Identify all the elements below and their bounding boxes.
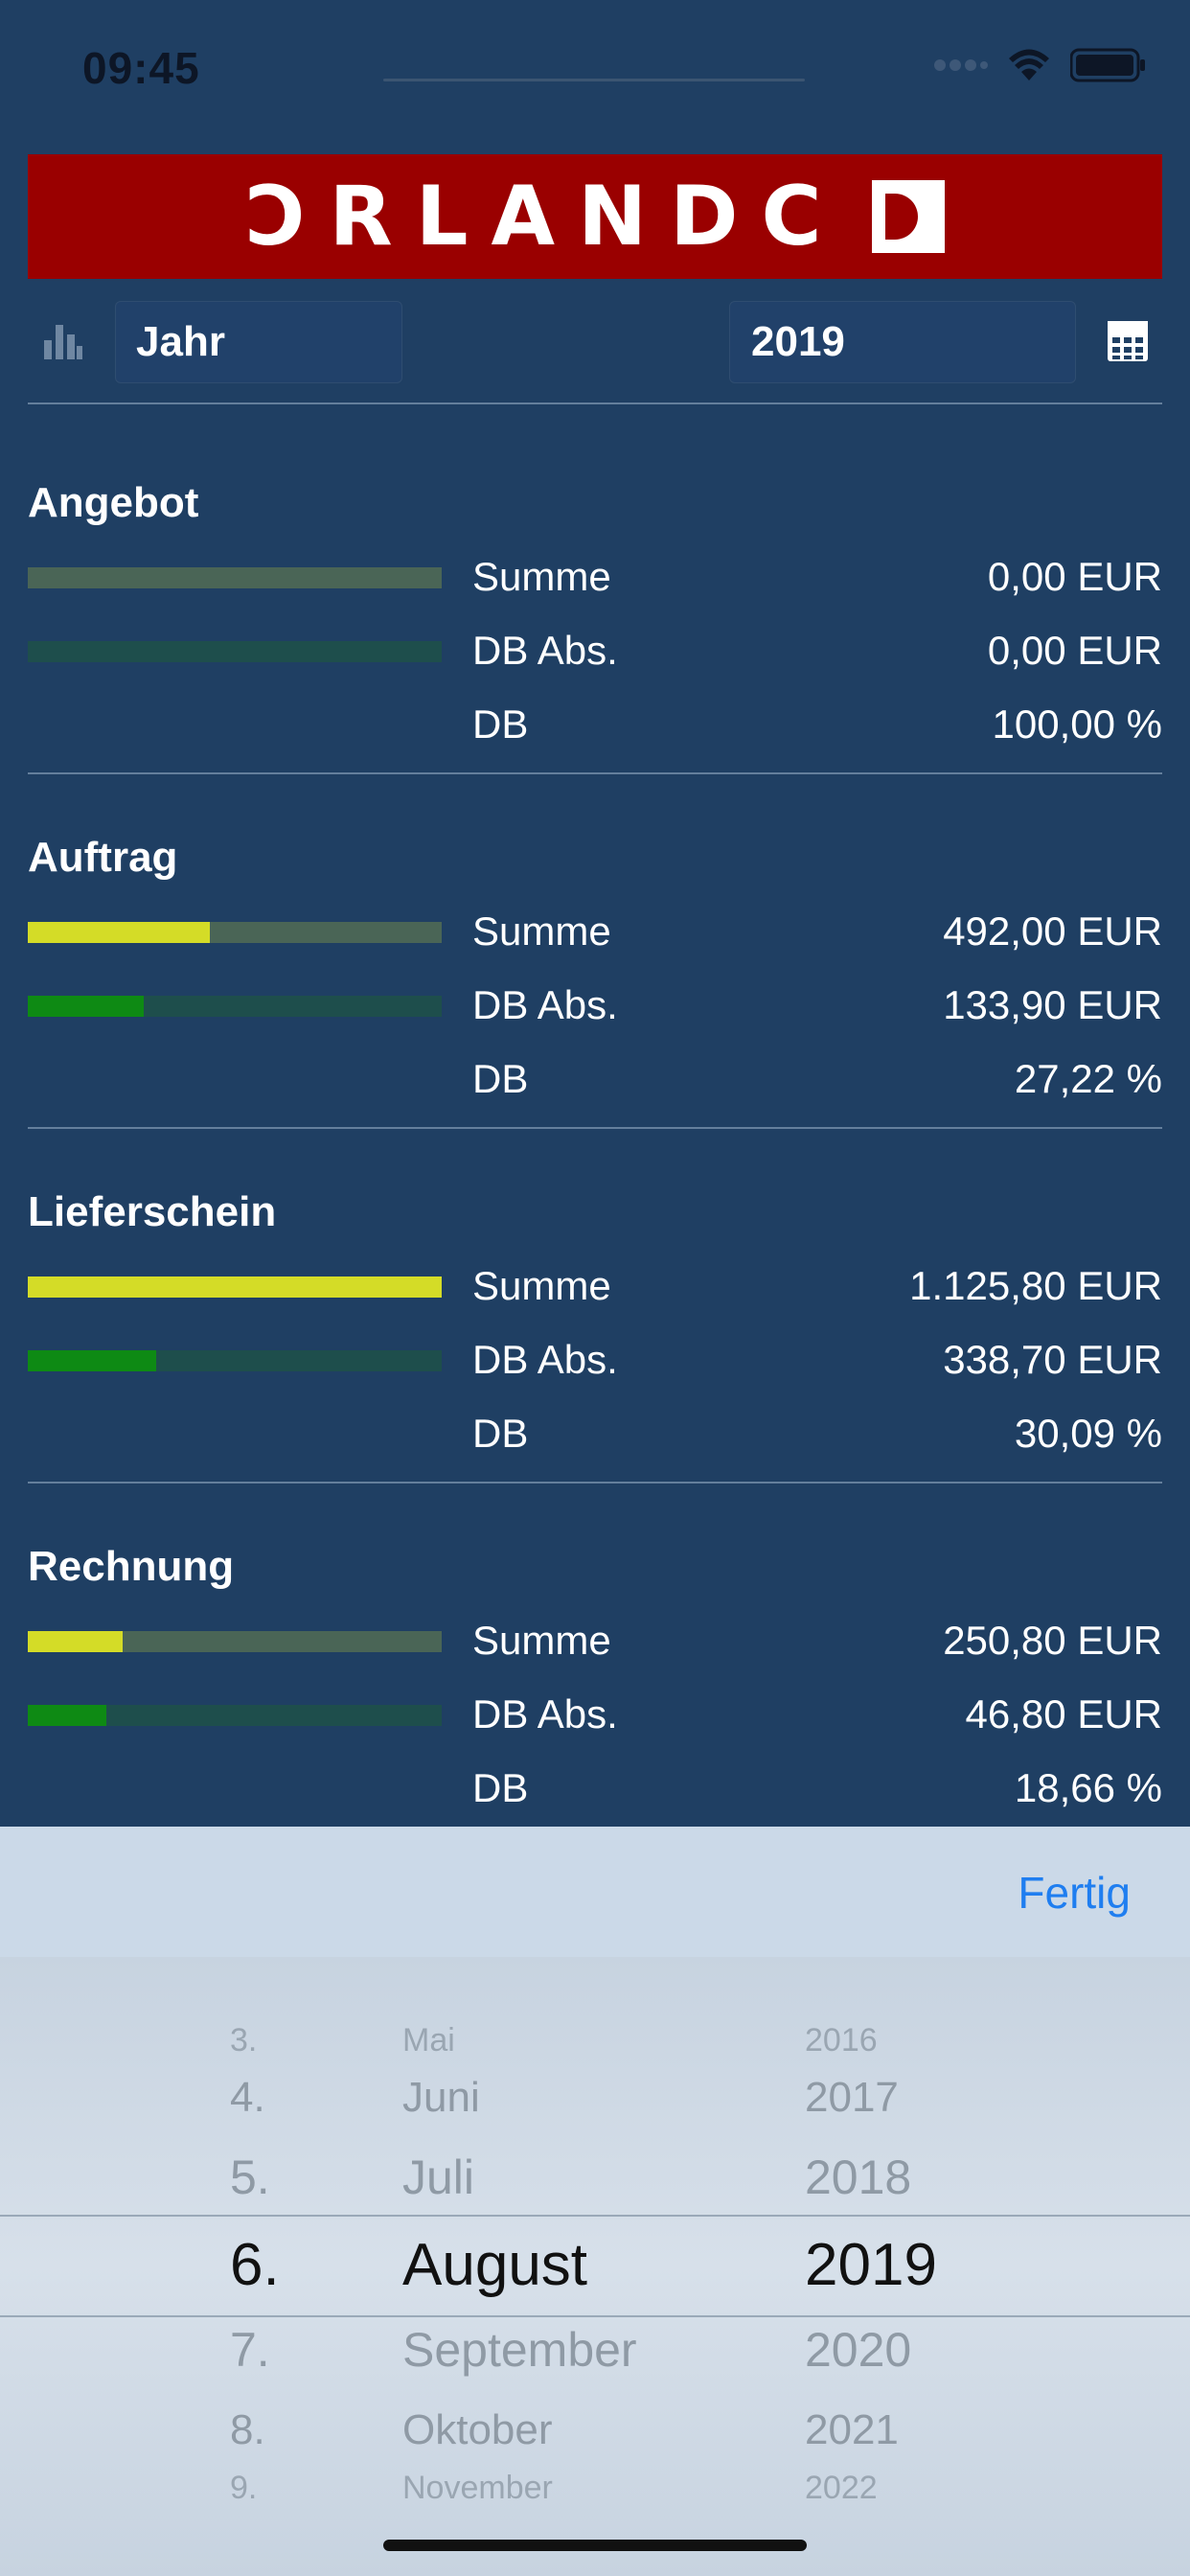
metric-value: 492,00 EUR <box>943 908 1162 954</box>
logo-emblem <box>871 180 945 253</box>
summe-bar-fill <box>28 922 210 943</box>
metric-label: Summe <box>472 1263 611 1308</box>
section-title: Lieferschein <box>28 1188 277 1235</box>
metric-label: DB Abs. <box>472 982 618 1027</box>
notch-indicator <box>383 79 805 81</box>
picker-day-item[interactable]: 7. <box>230 2322 270 2378</box>
db-bar-fill <box>28 1350 156 1371</box>
section-divider <box>28 772 1162 774</box>
metric-label: Summe <box>472 554 611 599</box>
metric-value: 0,00 EUR <box>987 628 1162 673</box>
metric-value: 27,22 % <box>1014 1056 1162 1101</box>
picker-month-item[interactable]: November <box>402 2470 553 2507</box>
header-divider <box>28 402 1162 404</box>
metric-label: DB Abs. <box>472 1337 618 1382</box>
section-title: Auftrag <box>28 834 178 881</box>
bar-chart-icon[interactable] <box>42 321 84 359</box>
section-title: Rechnung <box>28 1543 235 1590</box>
metric-value: 0,00 EUR <box>987 554 1162 599</box>
brand-logo: ƆRLANDC <box>28 154 1162 279</box>
metric-label: DB <box>472 1056 529 1101</box>
db-bar-fill <box>28 996 144 1017</box>
picker-day-item[interactable]: 3. <box>230 2022 257 2059</box>
signal-icon <box>934 59 988 71</box>
metric-label: DB Abs. <box>472 628 618 673</box>
metric-value: 250,80 EUR <box>943 1618 1162 1663</box>
section-title: Angebot <box>28 479 199 526</box>
picker-year-item[interactable]: 2018 <box>805 2150 911 2205</box>
section-divider <box>28 1127 1162 1129</box>
selection-line-top <box>0 2215 1190 2217</box>
selection-line-bottom <box>0 2315 1190 2317</box>
picker-day-item[interactable]: 4. <box>230 2074 265 2122</box>
picker-month-item[interactable]: Mai <box>402 2022 455 2059</box>
year-value: 2019 <box>751 318 845 365</box>
calendar-icon[interactable] <box>1107 320 1149 362</box>
db-bar-track <box>28 641 442 662</box>
metric-label: DB <box>472 1411 529 1456</box>
metric-value: 1.125,80 EUR <box>909 1263 1162 1308</box>
picker-year-item[interactable]: 2021 <box>805 2406 899 2454</box>
status-icons <box>934 48 1147 82</box>
battery-icon <box>1070 48 1145 82</box>
picker-month-item[interactable]: Juli <box>402 2150 474 2205</box>
picker-day-item[interactable]: 8. <box>230 2406 265 2454</box>
picker-month-item[interactable]: August <box>402 2231 587 2299</box>
picker-month-item[interactable]: Oktober <box>402 2406 553 2454</box>
metric-value: 30,09 % <box>1014 1411 1162 1456</box>
metric-value: 133,90 EUR <box>943 982 1162 1027</box>
metric-label: Summe <box>472 1618 611 1663</box>
home-indicator <box>383 2540 807 2551</box>
picker-month-item[interactable]: Juni <box>402 2074 480 2122</box>
picker-wheel[interactable] <box>0 1957 1190 2576</box>
picker-day-item[interactable]: 9. <box>230 2470 257 2507</box>
metric-value: 100,00 % <box>992 702 1162 747</box>
wifi-icon <box>1009 49 1049 80</box>
picker-month-item[interactable]: September <box>402 2322 637 2378</box>
picker-year-item[interactable]: 2020 <box>805 2322 911 2378</box>
picker-year-item[interactable]: 2017 <box>805 2074 899 2122</box>
metric-value: 18,66 % <box>1014 1765 1162 1810</box>
picker-toolbar <box>0 1827 1190 1957</box>
summe-bar-track <box>28 567 442 588</box>
metric-label: DB <box>472 1765 529 1810</box>
status-time: 09:45 <box>82 43 200 93</box>
metric-label: DB <box>472 702 529 747</box>
summe-bar-fill <box>28 1631 123 1652</box>
picker-year-item[interactable]: 2016 <box>805 2022 878 2059</box>
section-divider <box>28 1482 1162 1484</box>
picker-year-item[interactable]: 2022 <box>805 2470 878 2507</box>
db-bar-fill <box>28 1705 106 1726</box>
metric-value: 338,70 EUR <box>943 1337 1162 1382</box>
picker-day-item[interactable]: 5. <box>230 2150 270 2205</box>
summe-bar-fill <box>28 1276 442 1298</box>
metric-label: Summe <box>472 908 611 954</box>
logo-wordmark: ƆRLANDC <box>245 169 845 264</box>
picker-day-item[interactable]: 6. <box>230 2231 280 2299</box>
done-button[interactable]: Fertig <box>1018 1867 1131 1919</box>
metric-label: DB Abs. <box>472 1691 618 1736</box>
metric-value: 46,80 EUR <box>965 1691 1162 1736</box>
picker-year-item[interactable]: 2019 <box>805 2231 937 2299</box>
period-value: Jahr <box>136 318 225 365</box>
